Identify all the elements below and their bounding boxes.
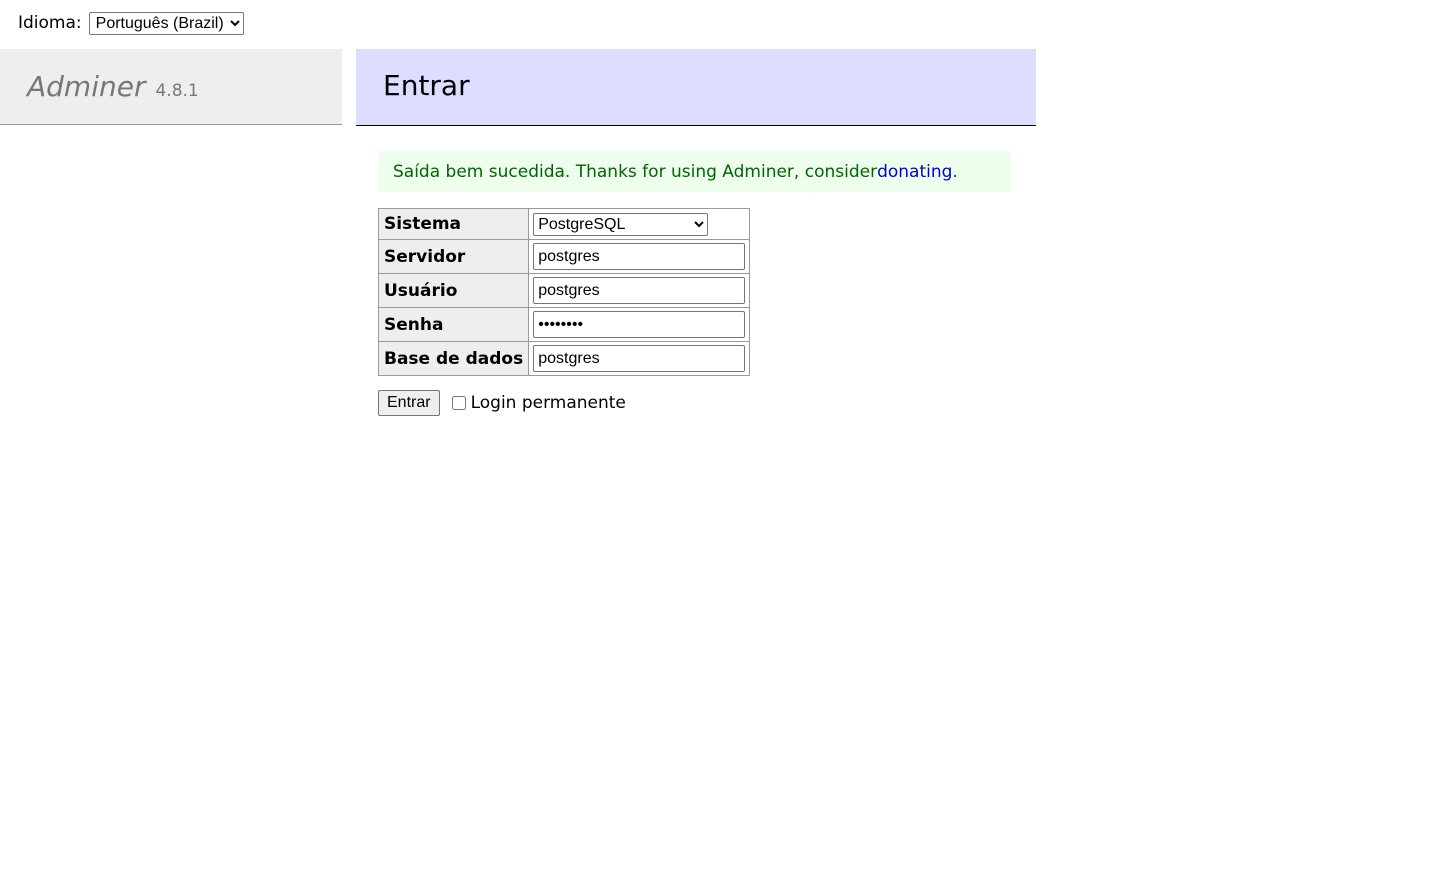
brand-version[interactable]: 4.8.1 — [155, 81, 198, 101]
sidebar-header: Adminer 4.8.1 — [0, 49, 342, 125]
database-label: Base de dados — [377, 341, 530, 376]
page-title: Entrar — [383, 69, 470, 102]
server-input[interactable] — [533, 243, 746, 270]
login-button[interactable]: Entrar — [378, 390, 440, 416]
message-suffix: . — [952, 161, 958, 182]
language-bar: Idioma: Português (Brazil) — [18, 10, 244, 36]
donating-link[interactable]: donating — [877, 162, 952, 182]
permanent-login-label: Login permanente — [470, 393, 626, 413]
permanent-login-checkbox[interactable] — [451, 396, 466, 410]
system-select[interactable]: PostgreSQL — [533, 212, 709, 236]
password-input[interactable] — [533, 311, 746, 338]
password-cell — [528, 307, 751, 342]
system-label: Sistema — [377, 208, 530, 240]
password-row: Senha — [377, 307, 751, 342]
server-row: Servidor — [377, 239, 751, 274]
user-cell — [528, 273, 751, 308]
user-label: Usuário — [377, 273, 530, 308]
system-row: Sistema PostgreSQL — [377, 208, 751, 240]
message-text: Saída bem sucedida. Thanks for using Adm… — [393, 161, 878, 182]
brand: Adminer 4.8.1 — [27, 70, 199, 103]
server-label: Servidor — [377, 239, 530, 274]
user-row: Usuário — [377, 273, 751, 308]
database-input[interactable] — [533, 345, 746, 372]
database-row: Base de dados — [377, 341, 751, 376]
language-select[interactable]: Português (Brazil) — [88, 11, 244, 35]
page-header: Entrar — [356, 49, 1036, 126]
server-cell — [528, 239, 751, 274]
user-input[interactable] — [533, 277, 746, 304]
logout-message: Saída bem sucedida. Thanks for using Adm… — [378, 151, 1011, 192]
password-label: Senha — [377, 307, 530, 342]
database-cell — [528, 341, 751, 376]
brand-name[interactable]: Adminer — [27, 70, 145, 103]
language-label: Idioma: — [18, 13, 82, 33]
login-form-table: Sistema PostgreSQL Servidor Usuário Senh… — [377, 208, 751, 376]
permanent-login[interactable]: Login permanente — [451, 393, 626, 413]
form-actions: Entrar Login permanente — [378, 390, 626, 416]
system-cell: PostgreSQL — [528, 208, 751, 240]
